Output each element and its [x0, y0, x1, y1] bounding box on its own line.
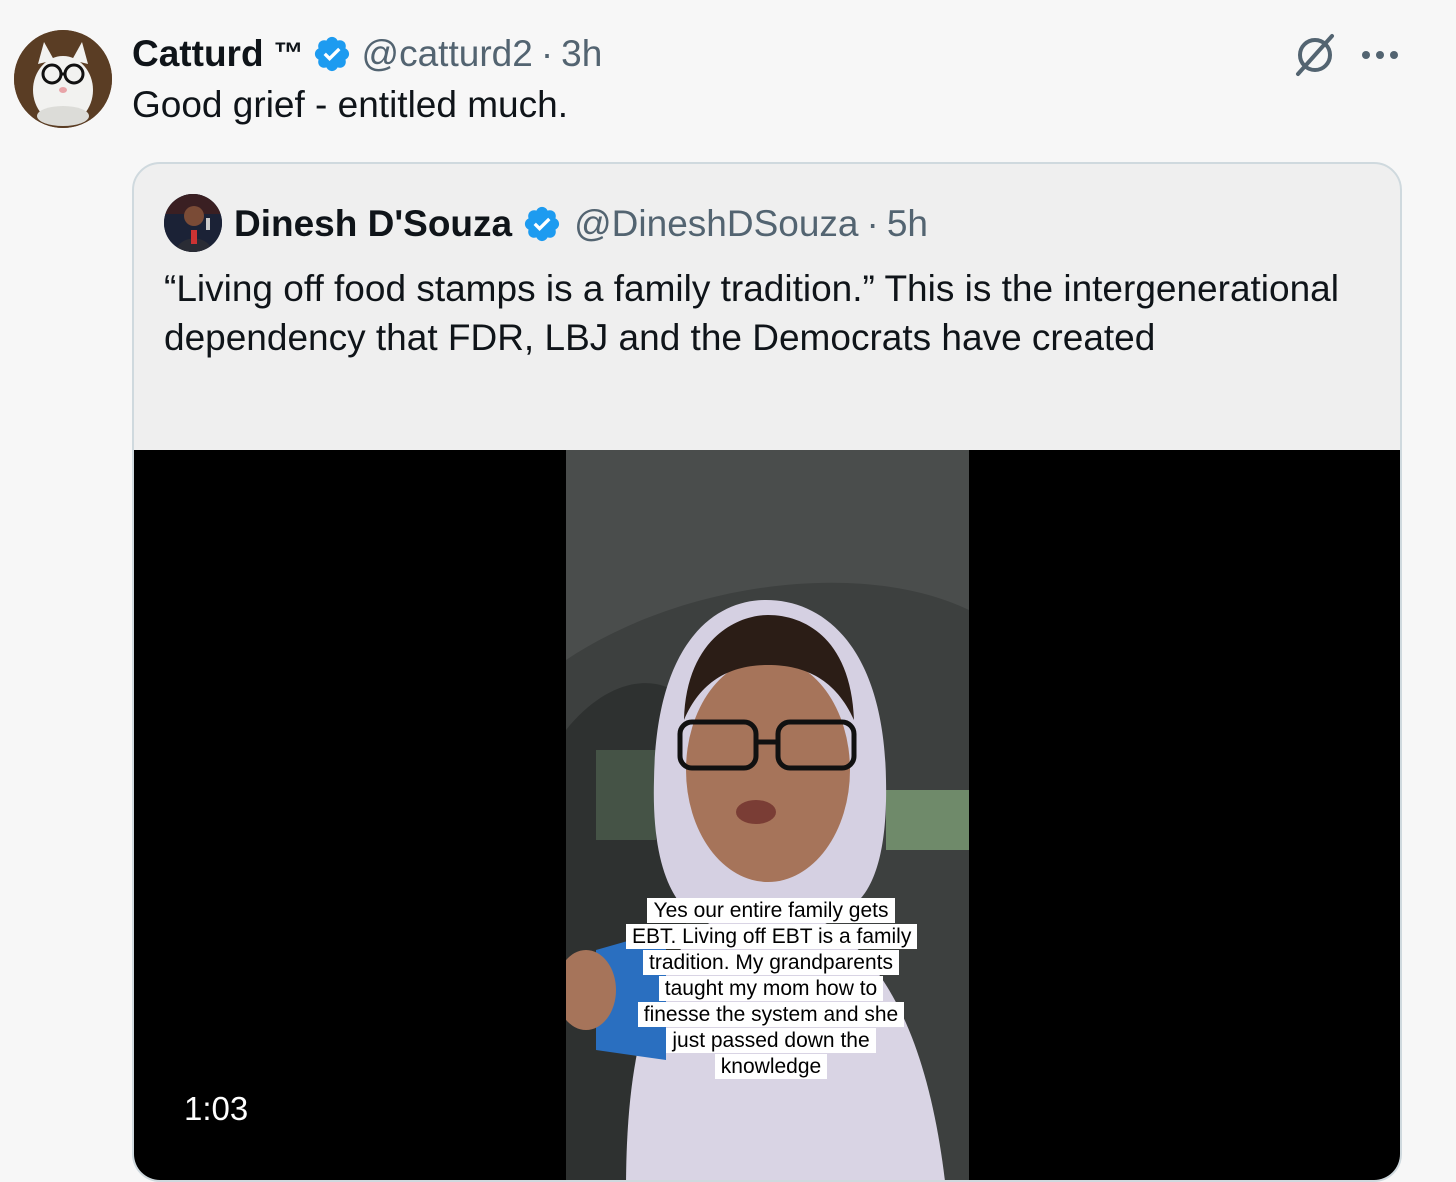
more-dots-icon[interactable] [1358, 38, 1402, 72]
quoted-tweet-time[interactable]: 5h [887, 203, 928, 245]
quoted-tweet-text: “Living off food stamps is a family trad… [164, 268, 1339, 358]
video-player[interactable]: Yes our entire family gets EBT. Living o… [134, 450, 1400, 1180]
quoted-author-handle[interactable]: @DineshDSouza [574, 203, 858, 245]
quoted-author-name[interactable]: Dinesh D'Souza [234, 203, 512, 245]
video-duration: 1:03 [184, 1090, 249, 1127]
cat-with-glasses-avatar-icon [14, 30, 112, 128]
author-handle[interactable]: @catturd2 [362, 33, 533, 75]
separator-dot: · [866, 203, 879, 244]
video-caption-text: Yes our entire family gets EBT. Living o… [626, 898, 918, 1079]
grok-icon[interactable] [1292, 32, 1338, 78]
author-name[interactable]: Catturd [132, 33, 264, 75]
tweet-text: Good grief - entitled much. [132, 84, 568, 125]
tweet-time[interactable]: 3h [561, 33, 602, 75]
verified-badge-icon [314, 36, 349, 72]
trademark-symbol: ™ [273, 37, 304, 70]
verified-badge-icon [525, 206, 560, 242]
video-frame[interactable]: Yes our entire family gets EBT. Living o… [566, 450, 969, 1180]
video-caption: Yes our entire family gets EBT. Living o… [626, 898, 918, 1080]
separator-dot: · [540, 33, 554, 74]
author-avatar[interactable] [14, 30, 112, 128]
quoted-author-avatar[interactable] [164, 194, 222, 252]
quoted-tweet-header: Dinesh D'Souza @DineshDSouza · 5h [234, 200, 928, 248]
speaker-avatar-icon [164, 194, 222, 252]
quoted-tweet[interactable]: Dinesh D'Souza @DineshDSouza · 5h “Livin… [132, 162, 1402, 1182]
tweet-header: Catturd ™ @catturd2 · 3h [132, 30, 602, 78]
